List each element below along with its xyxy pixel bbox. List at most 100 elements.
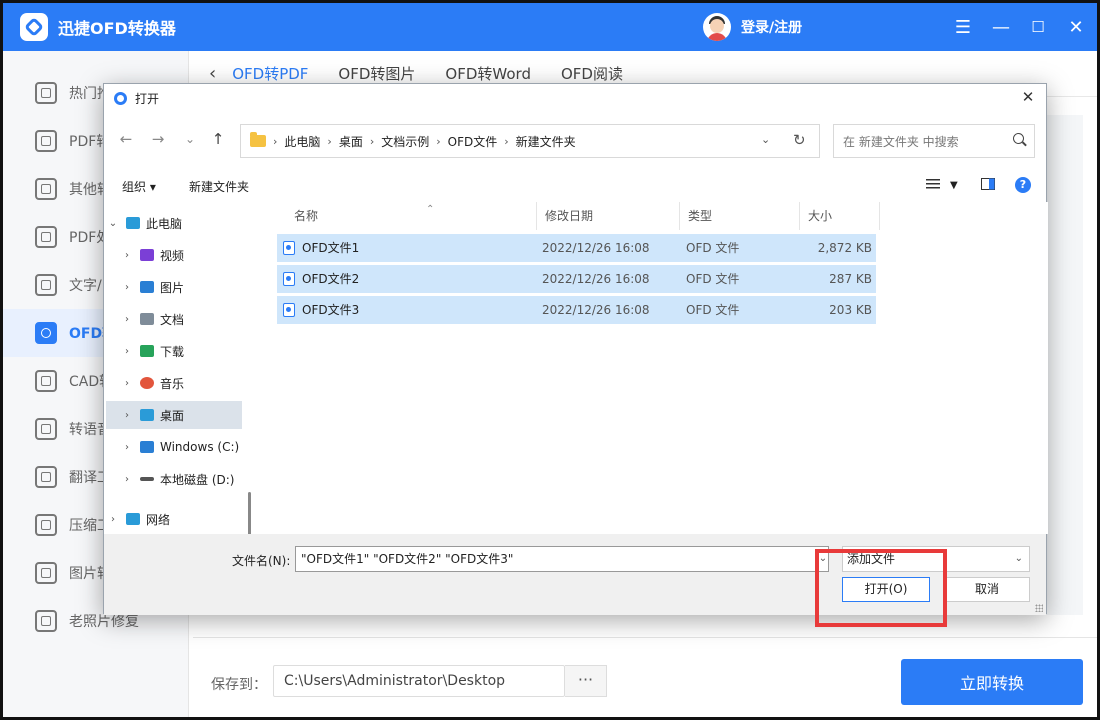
tab-ofd-to-image[interactable]: OFD转图片 [338,63,415,84]
breadcrumb-item[interactable]: 桌面 [339,133,363,150]
tree-item-this-pc[interactable]: ⌄ 此电脑 [106,209,242,237]
breadcrumb-separator: › [273,134,278,148]
save-path-field[interactable]: C:\Users\Administrator\Desktop [273,665,565,697]
dialog-toolbar: 组织 ▾ 新建文件夹 ▼ ? [104,170,1046,200]
video-icon [140,249,154,261]
view-list-icon[interactable] [926,178,940,190]
chevron-right-icon[interactable]: › [120,378,134,389]
organize-button[interactable]: 组织 ▾ [122,178,156,195]
forward-icon[interactable]: → [148,130,168,150]
tree-item-pictures[interactable]: › 图片 [120,273,256,301]
menu-icon[interactable]: ☰ [949,13,977,41]
address-bar[interactable]: › 此电脑 › 桌面 › 文档示例 › OFD文件 › 新建文件夹 ⌄ ↻ [240,124,820,158]
search-input[interactable]: 在 新建文件夹 中搜索 [833,124,1035,158]
login-area[interactable]: 登录/注册 [703,13,802,41]
avatar[interactable] [703,13,731,41]
chevron-right-icon[interactable]: › [120,250,134,261]
chevron-right-icon[interactable]: › [106,514,120,525]
browse-button[interactable]: ··· [565,665,607,697]
column-label: 类型 [688,209,713,223]
cancel-button[interactable]: 取消 [944,577,1030,602]
back-arrow-icon[interactable]: ‹ [209,63,216,84]
fire-icon [35,82,57,104]
file-type-select[interactable]: 添加文件 ⌄ [842,546,1030,572]
chevron-right-icon[interactable]: › [120,474,134,485]
up-folder-icon[interactable]: ↑ [208,130,228,150]
breadcrumb-item[interactable]: 文档示例 [381,133,429,150]
tree-item-videos[interactable]: › 视频 [120,241,256,269]
breadcrumb-item[interactable]: 新建文件夹 [516,133,576,150]
tree-item-label: 网络 [146,512,171,527]
disk-drive-icon [140,477,154,481]
tree-item-drive-c[interactable]: › Windows (C:) [120,433,256,461]
breadcrumb-separator: › [369,134,375,148]
tree-item-desktop[interactable]: › 桌面 [106,401,242,429]
ofd-file-icon [283,272,295,286]
breadcrumb-item[interactable]: 此电脑 [284,133,320,150]
close-button[interactable]: ✕ [1062,13,1090,41]
text-icon [35,274,57,296]
login-link[interactable]: 登录/注册 [741,17,802,37]
chevron-right-icon[interactable]: › [120,442,134,453]
file-row[interactable]: OFD文件3 2022/12/26 16:08 OFD 文件 203 KB [277,296,876,324]
convert-button[interactable]: 立即转换 [901,659,1083,705]
file-row[interactable]: OFD文件2 2022/12/26 16:08 OFD 文件 287 KB [277,265,876,293]
pdf-tools-icon [35,226,57,248]
filename-input[interactable]: "OFD文件1" "OFD文件2" "OFD文件3" [295,546,829,572]
desktop-icon [140,409,154,421]
chevron-right-icon[interactable]: › [120,314,134,325]
preview-pane-icon[interactable] [981,178,995,190]
view-dropdown-icon[interactable]: ▼ [950,180,958,191]
search-icon[interactable] [1013,133,1024,144]
voice-icon [35,418,57,440]
column-header-name[interactable]: 名称 ⌃ [286,202,537,230]
file-size: 287 KB [829,272,872,286]
tree-item-drive-d[interactable]: › 本地磁盘 (D:) [120,465,256,493]
photo-icon [35,610,57,632]
tab-ofd-to-pdf[interactable]: OFD转PDF [232,63,308,84]
chevron-right-icon[interactable]: › [120,410,134,421]
recent-locations-icon[interactable]: ⌄ [180,130,200,150]
save-label: 保存到： [211,677,267,693]
file-modified: 2022/12/26 16:08 [542,303,650,317]
tree-item-label: Windows (C:) [160,440,240,454]
chevron-right-icon[interactable]: › [120,282,134,293]
tree-item-documents[interactable]: › 文档 [120,305,256,333]
sort-up-icon: ⌃ [426,204,435,215]
filename-dropdown-icon[interactable]: ⌄ [815,546,831,572]
file-name: OFD文件1 [302,241,360,255]
chevron-down-icon[interactable]: ⌄ [106,218,120,229]
maximize-button[interactable]: ☐ [1024,13,1052,41]
new-folder-button[interactable]: 新建文件夹 [189,178,249,195]
dialog-close-icon[interactable]: ✕ [1018,87,1038,107]
column-header-size[interactable]: 大小 [800,202,880,230]
minimize-button[interactable]: — [987,13,1015,41]
bottom-bar: 保存到： C:\Users\Administrator\Desktop ··· … [193,637,1097,717]
breadcrumb-separator: › [436,134,441,148]
tab-ofd-reader[interactable]: OFD阅读 [561,63,623,84]
doc-icon [35,178,57,200]
column-header-modified[interactable]: 修改日期 [537,202,680,230]
download-icon [140,345,154,357]
resize-grip-icon[interactable] [1035,604,1043,612]
address-dropdown-icon[interactable]: ⌄ [761,133,770,146]
tree-item-music[interactable]: › 音乐 [120,369,256,397]
tree-item-network[interactable]: › 网络 [106,505,242,533]
tree-item-label: 此电脑 [146,216,183,231]
file-type-value: 添加文件 [847,552,896,566]
back-icon[interactable]: ← [116,130,136,150]
help-icon[interactable]: ? [1015,177,1031,193]
tree-item-downloads[interactable]: › 下载 [120,337,256,365]
open-button[interactable]: 打开(O) [842,577,930,602]
chevron-down-icon: ⌄ [1014,553,1023,564]
file-row[interactable]: OFD文件1 2022/12/26 16:08 OFD 文件 2,872 KB [277,234,876,262]
chevron-right-icon[interactable]: › [120,346,134,357]
file-type: OFD 文件 [686,241,740,255]
picture-icon [140,281,154,293]
tab-ofd-to-word[interactable]: OFD转Word [445,63,531,84]
pdf-icon [35,130,57,152]
refresh-icon[interactable]: ↻ [793,131,806,149]
breadcrumb-item[interactable]: OFD文件 [448,133,498,150]
column-header-type[interactable]: 类型 [680,202,800,230]
title-bar: 迅捷OFD转换器 登录/注册 ☰ — ☐ ✕ [3,3,1097,51]
